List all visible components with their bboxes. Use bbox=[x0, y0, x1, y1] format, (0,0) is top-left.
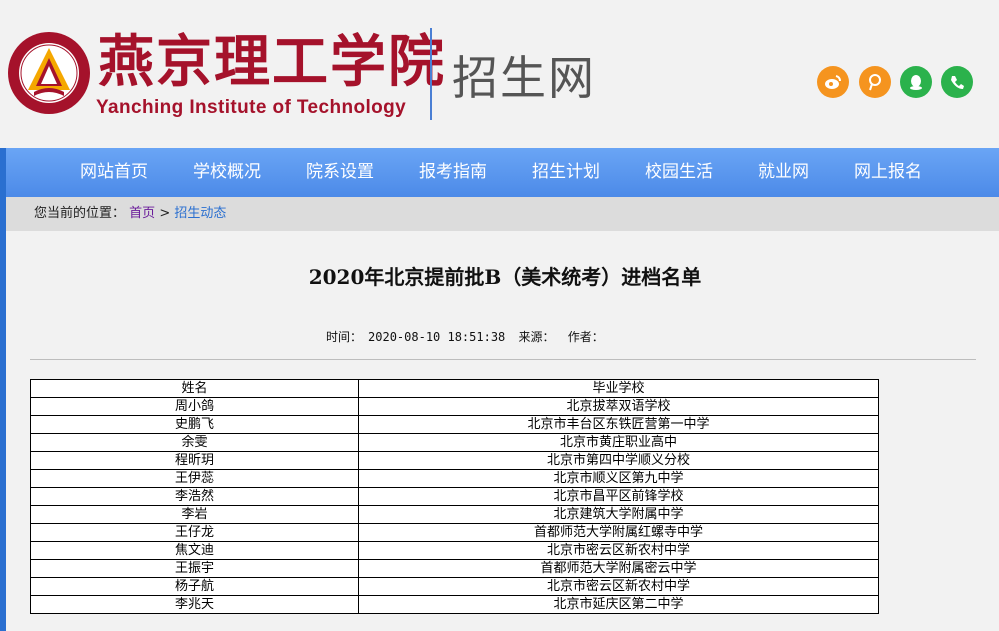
cell-school: 北京市丰台区东铁匠营第一中学 bbox=[358, 415, 879, 434]
cell-student-name: 史鹏飞 bbox=[30, 415, 359, 434]
table-row: 周小鸽 北京拔萃双语学校 bbox=[30, 397, 879, 416]
cell-school: 首都师范大学附属红螺寺中学 bbox=[358, 523, 879, 542]
table-row: 王振宇 首都师范大学附属密云中学 bbox=[30, 559, 879, 578]
nav-item-about[interactable]: 学校概况 bbox=[193, 148, 261, 197]
cell-student-name: 李岩 bbox=[30, 505, 359, 524]
school-name-en: Yanching Institute of Technology bbox=[96, 97, 407, 118]
admission-table: 姓名 毕业学校 周小鸽 北京拔萃双语学校 史鹏飞 北京市丰台区东铁匠营第一中学 余雯 北京… bbox=[30, 379, 879, 614]
cell-student-name: 杨子航 bbox=[30, 577, 359, 596]
header-school: 毕业学校 bbox=[358, 379, 879, 398]
nav-item-home[interactable]: 网站首页 bbox=[80, 148, 148, 197]
time-label: 时间： bbox=[326, 330, 363, 344]
nav-item-departments[interactable]: 院系设置 bbox=[306, 148, 374, 197]
breadcrumb-current-link[interactable]: 招生动态 bbox=[174, 206, 226, 221]
table-row: 李兆天 北京市延庆区第二中学 bbox=[30, 595, 879, 614]
cell-school: 北京市顺义区第九中学 bbox=[358, 469, 879, 488]
cell-school: 北京市第四中学顺义分校 bbox=[358, 451, 879, 470]
table-row: 焦文迪 北京市密云区新农村中学 bbox=[30, 541, 879, 560]
wechat-icon[interactable] bbox=[941, 66, 973, 98]
breadcrumb-prefix: 您当前的位置： bbox=[34, 206, 126, 221]
cell-school: 北京市密云区新农村中学 bbox=[358, 541, 879, 560]
left-accent-stripe bbox=[0, 231, 6, 631]
table-header-row: 姓名 毕业学校 bbox=[30, 379, 879, 398]
cell-student-name: 李浩然 bbox=[30, 487, 359, 506]
cell-school: 北京市密云区新农村中学 bbox=[358, 577, 879, 596]
table-row: 程昕玥 北京市第四中学顺义分校 bbox=[30, 451, 879, 470]
source-label: 来源： bbox=[518, 330, 555, 344]
breadcrumb-home-link[interactable]: 首页 bbox=[129, 206, 155, 221]
nav-item-jobs[interactable]: 就业网 bbox=[758, 148, 809, 197]
breadcrumb-separator: > bbox=[159, 206, 171, 221]
qq-icon[interactable] bbox=[900, 66, 932, 98]
author-label: 作者： bbox=[567, 330, 604, 344]
cell-student-name: 程昕玥 bbox=[30, 451, 359, 470]
cell-student-name: 王仔龙 bbox=[30, 523, 359, 542]
cell-student-name: 王伊蕊 bbox=[30, 469, 359, 488]
table-row: 王仔龙 首都师范大学附属红螺寺中学 bbox=[30, 523, 879, 542]
header-divider bbox=[430, 28, 432, 120]
table-row: 李浩然 北京市昌平区前锋学校 bbox=[30, 487, 879, 506]
cell-school: 北京拔萃双语学校 bbox=[358, 397, 879, 416]
site-name: 招生网 bbox=[452, 51, 596, 105]
article-title: 2020年北京提前批B（美术统考）进档名单 bbox=[308, 265, 702, 289]
nav-item-plan[interactable]: 招生计划 bbox=[532, 148, 600, 197]
weibo-icon[interactable] bbox=[817, 66, 849, 98]
article-meta: 时间： 2020-08-10 18:51:38 来源： 作者： bbox=[326, 328, 610, 345]
tencent-weibo-icon[interactable] bbox=[859, 66, 891, 98]
header-name: 姓名 bbox=[30, 379, 359, 398]
school-seal-logo[interactable] bbox=[6, 30, 92, 116]
cell-school: 北京市延庆区第二中学 bbox=[358, 595, 879, 614]
cell-school: 北京建筑大学附属中学 bbox=[358, 505, 879, 524]
nav-item-guide[interactable]: 报考指南 bbox=[419, 148, 487, 197]
table-row: 李岩 北京建筑大学附属中学 bbox=[30, 505, 879, 524]
table-row: 史鹏飞 北京市丰台区东铁匠营第一中学 bbox=[30, 415, 879, 434]
cell-student-name: 王振宇 bbox=[30, 559, 359, 578]
table-row: 王伊蕊 北京市顺义区第九中学 bbox=[30, 469, 879, 488]
main-nav: 网站首页 学校概况 院系设置 报考指南 招生计划 校园生活 就业网 网上报名 bbox=[0, 148, 999, 197]
cell-school: 北京市黄庄职业高中 bbox=[358, 433, 879, 452]
nav-item-apply[interactable]: 网上报名 bbox=[854, 148, 922, 197]
cell-school: 首都师范大学附属密云中学 bbox=[358, 559, 879, 578]
cell-school: 北京市昌平区前锋学校 bbox=[358, 487, 879, 506]
table-row: 余雯 北京市黄庄职业高中 bbox=[30, 433, 879, 452]
table-row: 杨子航 北京市密云区新农村中学 bbox=[30, 577, 879, 596]
time-value: 2020-08-10 18:51:38 bbox=[368, 330, 506, 344]
cell-student-name: 李兆天 bbox=[30, 595, 359, 614]
site-header: 燕京理工学院 Yanching Institute of Technology … bbox=[0, 0, 999, 148]
breadcrumb: 您当前的位置： 首页 > 招生动态 bbox=[0, 197, 999, 231]
cell-student-name: 焦文迪 bbox=[30, 541, 359, 560]
cell-student-name: 周小鸽 bbox=[30, 397, 359, 416]
nav-item-campus-life[interactable]: 校园生活 bbox=[645, 148, 713, 197]
school-name-cn: 燕京理工学院 bbox=[98, 29, 446, 95]
divider-line bbox=[30, 359, 976, 360]
cell-student-name: 余雯 bbox=[30, 433, 359, 452]
